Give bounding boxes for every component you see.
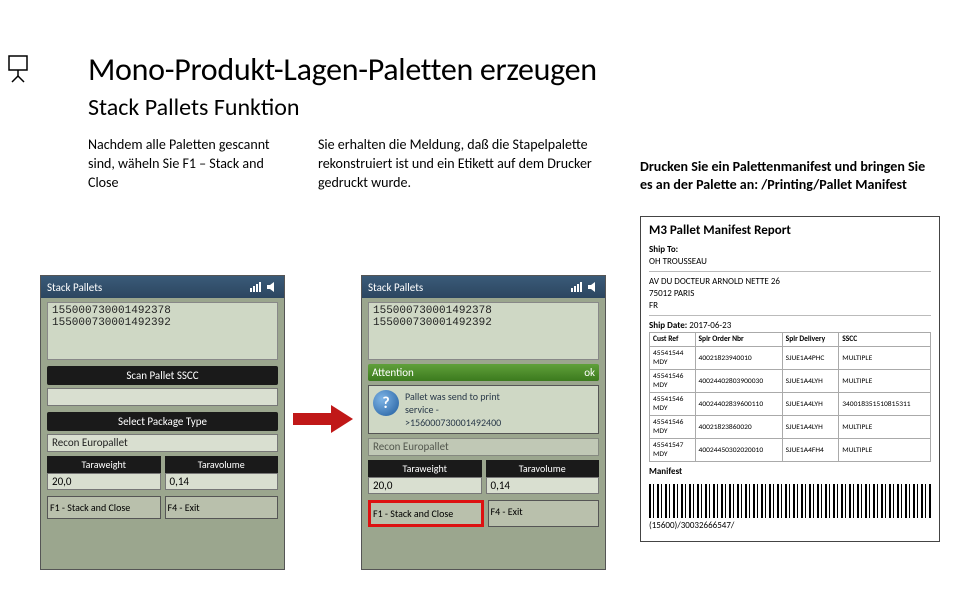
package-value: Recon Europallet: [47, 434, 278, 452]
barcode: [649, 484, 931, 518]
slide-title: Mono-Produkt-Lagen-Paletten erzeugen: [88, 50, 960, 89]
taraweight-value: 20,0: [47, 473, 161, 490]
device-screenshot-after: Stack Pallets 155000730001492378 1550007…: [361, 275, 606, 570]
window-title: Stack Pallets: [368, 281, 423, 294]
signal-icon: [250, 282, 262, 292]
table-header: Splr Delivery: [782, 333, 839, 347]
projector-icon: [6, 54, 30, 84]
manifest-label: Manifest: [649, 466, 931, 478]
ship-addr: FR: [649, 300, 931, 312]
taraweight-label: Taraweight: [368, 460, 482, 477]
table-row: 45541547 MDY40024450302020010SJUE1A4FH4M…: [650, 439, 931, 462]
taraweight-label: Taraweight: [47, 456, 161, 473]
taravolume-label: Taravolume: [486, 460, 600, 477]
f4-exit-button[interactable]: F4 - Exit: [165, 496, 279, 519]
instruction-left: Nachdem alle Paletten gescannt sind, wäh…: [88, 136, 288, 193]
window-title: Stack Pallets: [47, 281, 102, 294]
print-instruction: Drucken Sie ein Palettenmanifest und bri…: [640, 158, 940, 194]
pallet-manifest-report: M3 Pallet Manifest Report Ship To: OH TR…: [640, 216, 940, 542]
select-package-button[interactable]: Select Package Type: [47, 412, 278, 431]
ship-date: Ship Date: 2017-06-23: [649, 320, 931, 332]
table-header: SSCC: [839, 333, 931, 347]
ship-addr: AV DU DOCTEUR ARNOLD NETTE 26: [649, 276, 931, 288]
message-box: ? Pallet was send to print service - >15…: [368, 385, 599, 434]
table-row: 45541546 MDY40021823860020SJUE1A4LYHMULT…: [650, 416, 931, 439]
signal-icon: [571, 282, 583, 292]
taravolume-value: 0,14: [486, 477, 600, 494]
taravolume-label: Taravolume: [165, 456, 279, 473]
scan-pallet-button[interactable]: Scan Pallet SSCC: [47, 366, 278, 385]
manifest-table: Cust RefSplr Order NbrSplr DeliverySSCC …: [649, 332, 931, 462]
taraweight-value: 20,0: [368, 477, 482, 494]
ok-button[interactable]: ok: [584, 366, 595, 379]
device-screenshot-before: Stack Pallets 155000730001492378 1550007…: [40, 275, 285, 570]
f4-exit-button[interactable]: F4 - Exit: [488, 500, 600, 527]
f1-stack-close-button[interactable]: F1 - Stack and Close: [47, 496, 161, 519]
report-title: M3 Pallet Manifest Report: [649, 223, 931, 238]
taravolume-value: 0,14: [165, 473, 279, 490]
table-row: 45541544 MDY40021823940010SJUE1A4PHCMULT…: [650, 347, 931, 370]
slide-subtitle: Stack Pallets Funktion: [88, 93, 960, 122]
ship-to-label: Ship To:: [649, 244, 931, 256]
sscc-list: 155000730001492378 155000730001492392: [47, 302, 278, 360]
table-row: 45541546 MDY40024402839600110SJUE1A4LYH3…: [650, 393, 931, 416]
arrow-icon: [293, 405, 353, 433]
ship-addr: OH TROUSSEAU: [649, 256, 931, 268]
table-header: Cust Ref: [650, 333, 696, 347]
speaker-icon: [587, 282, 599, 292]
f1-stack-close-button[interactable]: F1 - Stack and Close: [368, 500, 484, 527]
scan-input[interactable]: [47, 388, 278, 406]
package-value: Recon Europallet: [368, 438, 599, 456]
sscc-list: 155000730001492378 155000730001492392: [368, 302, 599, 360]
table-header: Splr Order Nbr: [695, 333, 782, 347]
instruction-mid: Sie erhalten die Meldung, daß die Stapel…: [318, 136, 608, 193]
speaker-icon: [266, 282, 278, 292]
info-icon: ?: [373, 390, 399, 416]
ship-addr: 75012 PARIS: [649, 288, 931, 300]
attention-bar: Attentionok: [368, 364, 599, 381]
table-row: 45541546 MDY40024402803900030SJUE1A4LYHM…: [650, 370, 931, 393]
barcode-text: (15600)/30032666547/: [649, 520, 931, 531]
